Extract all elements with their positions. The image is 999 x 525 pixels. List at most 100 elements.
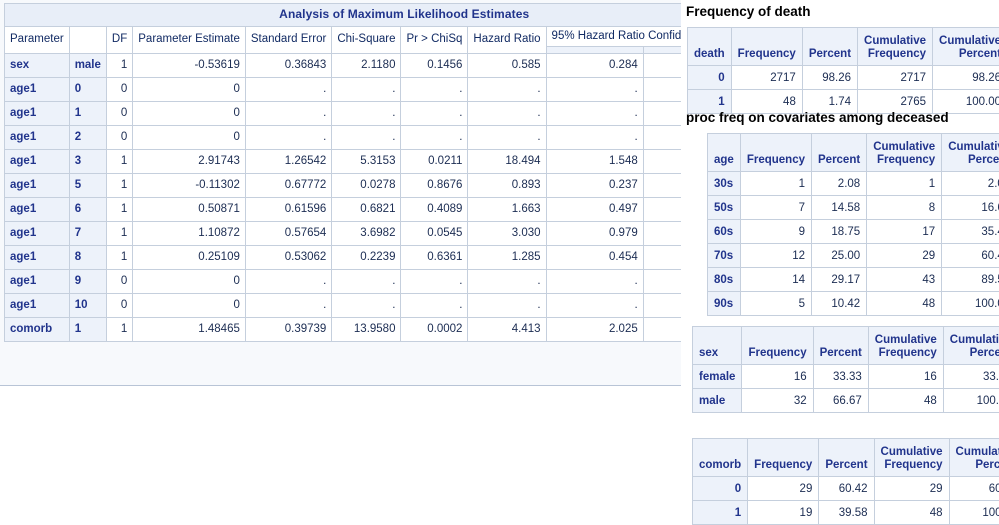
cell-hazard-ratio: 0.893 — [468, 174, 546, 198]
comorb-table-body: 02960.422960.4211939.5848100.00 — [693, 477, 999, 525]
table-row: 0271798.26271798.26 — [688, 66, 999, 90]
cell-pr-chisq: 0.0002 — [401, 318, 468, 342]
death-cell-frequency: 2717 — [731, 66, 802, 90]
cell-pr-chisq: 0.1456 — [401, 54, 468, 78]
death-table-body: 0271798.26271798.261481.742765100.00 — [688, 66, 999, 114]
cell-level: 1 — [69, 102, 106, 126]
cell-estimate: 2.91743 — [133, 150, 246, 174]
cell-parameter: age1 — [5, 246, 70, 270]
age-cell-percent: 10.42 — [812, 292, 867, 316]
sex-cell-key: male — [693, 389, 742, 413]
cell-hazard-ratio: . — [468, 102, 546, 126]
cell-standard-error: . — [245, 102, 331, 126]
cell-cl-lower: . — [546, 102, 643, 126]
death-col-header-key: death — [688, 28, 732, 66]
cell-standard-error: 0.67772 — [245, 174, 331, 198]
sex-frequency-table: sex Frequency Percent Cumulative Frequen… — [692, 326, 999, 413]
cell-chi-square: 2.1180 — [332, 54, 401, 78]
age-cell-percent: 18.75 — [812, 220, 867, 244]
death-cell-cumulative-percent: 98.26 — [933, 66, 999, 90]
age-col-header-key: age — [708, 134, 741, 172]
cell-parameter: age1 — [5, 78, 70, 102]
cell-df: 1 — [106, 198, 132, 222]
maximum-likelihood-panel: Analysis of Maximum Likelihood Estimates… — [0, 0, 681, 386]
cell-hazard-ratio: 1.285 — [468, 246, 546, 270]
cell-cl-lower: 0.284 — [546, 54, 643, 78]
cell-parameter: age1 — [5, 270, 70, 294]
cell-estimate: 0 — [133, 294, 246, 318]
cell-level: 5 — [69, 174, 106, 198]
cell-parameter: age1 — [5, 102, 70, 126]
cell-df: 1 — [106, 150, 132, 174]
cell-df: 0 — [106, 78, 132, 102]
table-row: 90s510.4248100.00 — [708, 292, 999, 316]
cell-standard-error: . — [245, 294, 331, 318]
cell-parameter: comorb — [5, 318, 70, 342]
age-cell-key: 70s — [708, 244, 741, 268]
cell-pr-chisq: . — [401, 102, 468, 126]
comorb-col-header-percent: Percent — [819, 439, 874, 477]
cell-df: 1 — [106, 318, 132, 342]
output-canvas: Analysis of Maximum Likelihood Estimates… — [0, 0, 999, 513]
cell-standard-error: . — [245, 126, 331, 150]
age-cell-cumulative-percent: 100.00 — [942, 292, 999, 316]
cell-parameter: age1 — [5, 198, 70, 222]
age-cell-cumulative-frequency: 29 — [867, 244, 942, 268]
cell-cl-lower: . — [546, 126, 643, 150]
sex-cell-frequency: 32 — [742, 389, 813, 413]
age-table-body: 30s12.0812.0850s714.58816.6760s918.75173… — [708, 172, 999, 316]
cell-hazard-ratio: 1.663 — [468, 198, 546, 222]
comorb-col-header-cumulative-percent: Cumulative Percent — [949, 439, 999, 477]
death-cell-cumulative-frequency: 2717 — [858, 66, 933, 90]
table-row: 50s714.58816.67 — [708, 196, 999, 220]
cell-chi-square: 3.6982 — [332, 222, 401, 246]
cell-pr-chisq: 0.4089 — [401, 198, 468, 222]
cell-estimate: 0 — [133, 102, 246, 126]
cell-hazard-ratio: 0.585 — [468, 54, 546, 78]
cell-chi-square: . — [332, 78, 401, 102]
col-header-standard-error: Standard Error — [245, 26, 331, 53]
age-cell-key: 90s — [708, 292, 741, 316]
cell-cl-lower: 0.497 — [546, 198, 643, 222]
table-row: 60s918.751735.42 — [708, 220, 999, 244]
cell-standard-error: 0.61596 — [245, 198, 331, 222]
cell-df: 1 — [106, 54, 132, 78]
cell-hazard-ratio: 4.413 — [468, 318, 546, 342]
age-cell-percent: 2.08 — [812, 172, 867, 196]
sex-col-header-cumulative-frequency: Cumulative Frequency — [868, 327, 943, 365]
cell-cl-lower: . — [546, 270, 643, 294]
cell-level: 8 — [69, 246, 106, 270]
cell-level: 6 — [69, 198, 106, 222]
cell-pr-chisq: . — [401, 78, 468, 102]
cell-chi-square: 5.3153 — [332, 150, 401, 174]
col-header-parameter: Parameter — [5, 26, 70, 53]
cell-chi-square: 13.9580 — [332, 318, 401, 342]
age-col-header-cumulative-percent: Cumulative Percent — [942, 134, 999, 172]
comorb-cell-percent: 60.42 — [819, 477, 874, 501]
frequency-tables-panel: Frequency of death death Frequency Perce… — [681, 0, 999, 513]
cell-chi-square: 0.0278 — [332, 174, 401, 198]
comorb-frequency-table: comorb Frequency Percent Cumulative Freq… — [692, 438, 999, 525]
cell-hazard-ratio: 18.494 — [468, 150, 546, 174]
cell-estimate: -0.53619 — [133, 54, 246, 78]
cell-level: male — [69, 54, 106, 78]
cell-estimate: -0.11302 — [133, 174, 246, 198]
sex-col-header-cumulative-percent: Cumulative Percent — [943, 327, 999, 365]
cell-parameter: age1 — [5, 174, 70, 198]
cell-hazard-ratio: 3.030 — [468, 222, 546, 246]
death-cell-percent: 98.26 — [802, 66, 857, 90]
cell-standard-error: 1.26542 — [245, 150, 331, 174]
age-cell-cumulative-frequency: 8 — [867, 196, 942, 220]
cell-cl-lower: 0.454 — [546, 246, 643, 270]
cell-hazard-ratio: . — [468, 270, 546, 294]
age-cell-cumulative-frequency: 1 — [867, 172, 942, 196]
cell-level: 7 — [69, 222, 106, 246]
cell-level: 3 — [69, 150, 106, 174]
cell-standard-error: 0.36843 — [245, 54, 331, 78]
age-cell-percent: 25.00 — [812, 244, 867, 268]
age-cell-frequency: 5 — [740, 292, 811, 316]
cell-estimate: 1.10872 — [133, 222, 246, 246]
sex-cell-key: female — [693, 365, 742, 389]
cell-estimate: 0 — [133, 270, 246, 294]
cell-level: 1 — [69, 318, 106, 342]
